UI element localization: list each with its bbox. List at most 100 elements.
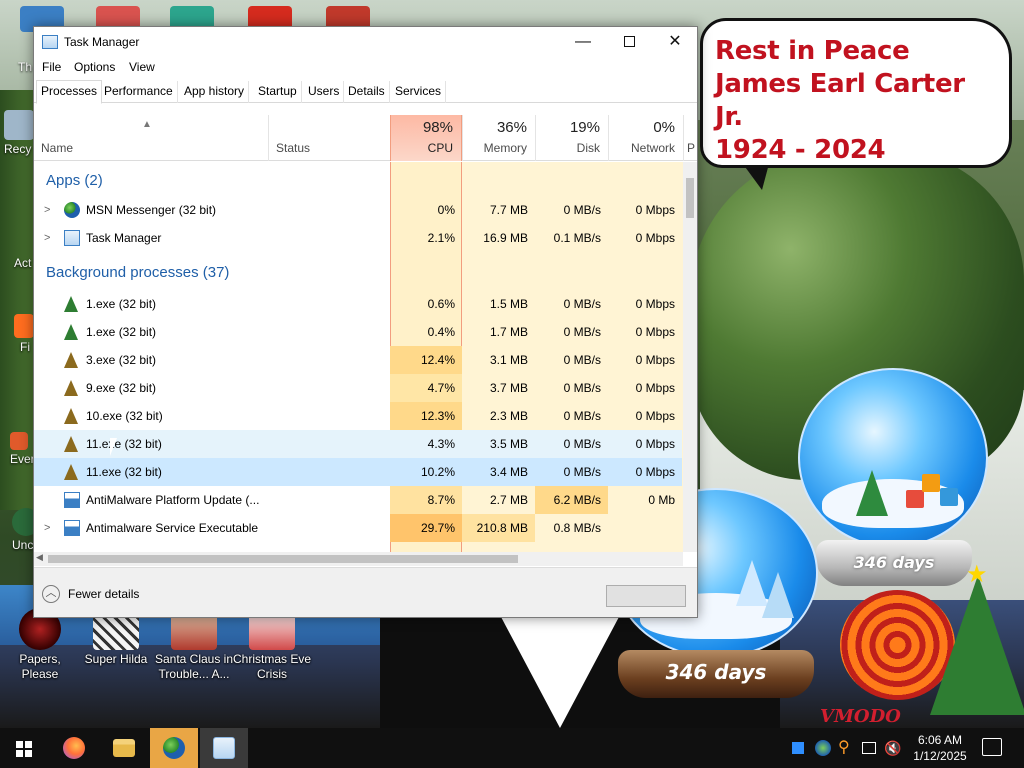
cpu-value: 12.4% bbox=[390, 346, 462, 374]
tray-msn-icon[interactable] bbox=[815, 740, 831, 756]
expand-chevron-icon[interactable]: > bbox=[44, 522, 50, 534]
column-disk[interactable]: 19% Disk bbox=[535, 115, 608, 161]
group-header-background[interactable]: Background processes (37) bbox=[34, 260, 682, 288]
desktop-icon-christmas-eve-crisis[interactable]: Christmas Eve Crisis bbox=[232, 608, 312, 682]
fewer-details-chevron-icon[interactable]: ︿ bbox=[42, 585, 60, 603]
network-icon[interactable] bbox=[862, 742, 876, 754]
desktop-icon-papers-please[interactable]: Papers, Please bbox=[0, 608, 80, 682]
network-value: 0 Mbps bbox=[635, 353, 675, 367]
minimize-button[interactable]: — bbox=[560, 27, 606, 57]
close-button[interactable]: ✕ bbox=[652, 27, 698, 57]
column-network[interactable]: 0% Network bbox=[608, 115, 683, 161]
column-status[interactable]: Status bbox=[268, 115, 390, 161]
start-button[interactable] bbox=[0, 728, 48, 768]
table-row[interactable]: 10.exe (32 bit) 12.3% 2.3 MB 0 MB/s 0 Mb… bbox=[34, 402, 682, 430]
horizontal-scrollbar[interactable]: ◀ bbox=[34, 552, 683, 566]
service-icon bbox=[64, 492, 80, 508]
column-cpu-label: CPU bbox=[427, 141, 453, 155]
table-row[interactable]: 11.exe (32 bit) 4.3% 3.5 MB 0 MB/s 0 Mbp… bbox=[34, 430, 682, 458]
end-task-button[interactable] bbox=[606, 585, 686, 607]
process-name: 9.exe (32 bit) bbox=[86, 381, 157, 395]
desktop-icon-everything[interactable]: Ever bbox=[10, 432, 35, 466]
disk-value: 0 MB/s bbox=[563, 325, 601, 339]
table-row[interactable]: 1.exe (32 bit) 0.6% 1.5 MB 0 MB/s 0 Mbps bbox=[34, 290, 682, 318]
horizontal-scroll-thumb[interactable] bbox=[48, 555, 518, 563]
column-memory-label: Memory bbox=[483, 141, 527, 155]
table-row[interactable]: 11.exe (32 bit) 10.2% 3.4 MB 0 MB/s 0 Mb… bbox=[34, 458, 682, 486]
table-row[interactable]: 1.exe (32 bit) 0.4% 1.7 MB 0 MB/s 0 Mbps bbox=[34, 318, 682, 346]
cpu-value: 10.2% bbox=[420, 465, 455, 479]
vertical-scrollbar[interactable] bbox=[683, 162, 697, 552]
disk-value: 0 MB/s bbox=[563, 203, 601, 217]
memory-value: 7.7 MB bbox=[489, 203, 528, 217]
memory-value: 2.7 MB bbox=[489, 493, 528, 507]
desktop-icon-recycle-bin[interactable]: Recy bbox=[4, 110, 34, 156]
menu-file[interactable]: File bbox=[42, 60, 61, 74]
process-name: Task Manager bbox=[86, 231, 162, 245]
tab-details[interactable]: Details bbox=[344, 81, 390, 103]
disk-value: 0.1 MB/s bbox=[553, 231, 601, 245]
christmas-tree-icon bbox=[930, 575, 1024, 715]
taskbar-file-explorer[interactable] bbox=[100, 728, 148, 768]
tab-users[interactable]: Users bbox=[304, 81, 345, 103]
column-cpu[interactable]: 98% CPU bbox=[390, 115, 462, 161]
memory-value: 3.1 MB bbox=[489, 353, 528, 367]
system-clock[interactable]: 6:06 AM 1/12/2025 bbox=[904, 732, 976, 764]
process-name: 3.exe (32 bit) bbox=[86, 353, 157, 367]
table-row[interactable]: AntiMalware Platform Update (... 8.7% 2.… bbox=[34, 486, 682, 514]
volume-muted-icon[interactable]: 🔇 bbox=[884, 740, 901, 756]
table-row[interactable]: 9.exe (32 bit) 4.7% 3.7 MB 0 MB/s 0 Mbps bbox=[34, 374, 682, 402]
taskbar-task-manager[interactable] bbox=[200, 728, 248, 768]
desktop-icon-activation[interactable]: Act bbox=[14, 256, 31, 270]
table-row[interactable]: > Antimalware Service Executable 29.7% 2… bbox=[34, 514, 682, 542]
column-name-label: Name bbox=[41, 141, 74, 155]
action-center-icon[interactable] bbox=[982, 738, 1002, 756]
tab-startup[interactable]: Startup bbox=[254, 81, 302, 103]
menu-view[interactable]: View bbox=[129, 60, 155, 74]
taskbar-firefox[interactable] bbox=[50, 728, 98, 768]
task-manager-window[interactable]: Task Manager — ✕ File Options View Proce… bbox=[33, 26, 698, 618]
tray-blue-square-icon[interactable] bbox=[792, 742, 804, 754]
network-value: 0 Mbps bbox=[635, 437, 675, 451]
process-name: 1.exe (32 bit) bbox=[86, 297, 157, 311]
desktop-icon-santa-claus[interactable]: Santa Claus in Trouble... A... bbox=[154, 608, 234, 682]
title-bar[interactable]: Task Manager — ✕ bbox=[34, 27, 697, 57]
group-title-background: Background processes (37) bbox=[46, 264, 230, 281]
globe-days-label: 346 days bbox=[853, 553, 935, 572]
desktop-icon-firefox[interactable]: Fi bbox=[14, 314, 34, 354]
msn-messenger-icon bbox=[64, 202, 80, 218]
tab-services[interactable]: Services bbox=[391, 81, 447, 103]
table-row[interactable]: > MSN Messenger (32 bit) 0% 7.7 MB 0 MB/… bbox=[34, 196, 682, 224]
scroll-left-arrow-icon[interactable]: ◀ bbox=[36, 552, 43, 563]
tray-search-icon[interactable]: ⚲ bbox=[838, 740, 854, 756]
window-title: Task Manager bbox=[64, 35, 140, 49]
group-header-apps[interactable]: Apps (2) bbox=[34, 168, 682, 196]
disk-value: 0 MB/s bbox=[563, 437, 601, 451]
clock-date: 1/12/2025 bbox=[913, 749, 967, 763]
bubble-line-2: James Earl Carter Jr. bbox=[715, 69, 965, 132]
fewer-details-link[interactable]: Fewer details bbox=[68, 587, 139, 601]
menu-options[interactable]: Options bbox=[74, 60, 115, 74]
process-name: Antimalware Service Executable bbox=[86, 521, 259, 535]
tab-performance[interactable]: Performance bbox=[100, 81, 178, 103]
tab-app-history[interactable]: App history bbox=[180, 81, 250, 103]
table-row[interactable]: 3.exe (32 bit) 12.4% 3.1 MB 0 MB/s 0 Mbp… bbox=[34, 346, 682, 374]
maximize-button[interactable] bbox=[606, 27, 652, 57]
network-value: 0 Mbps bbox=[635, 381, 675, 395]
expand-chevron-icon[interactable]: > bbox=[44, 232, 50, 244]
windows-logo-icon bbox=[16, 741, 32, 757]
taskbar-msn-messenger[interactable] bbox=[150, 728, 198, 768]
firefox-icon bbox=[63, 737, 85, 759]
column-name[interactable]: ▲ Name bbox=[34, 115, 268, 161]
mouse-cursor-icon bbox=[110, 438, 117, 456]
table-row[interactable]: > Task Manager 2.1% 16.9 MB 0.1 MB/s 0 M… bbox=[34, 224, 682, 252]
speech-bubble: Rest in Peace James Earl Carter Jr. 1924… bbox=[700, 18, 1012, 168]
desktop-icon-label: Super Hilda bbox=[84, 652, 148, 666]
tab-processes[interactable]: Processes bbox=[36, 80, 103, 104]
expand-chevron-icon[interactable]: > bbox=[44, 204, 50, 216]
footer: ︿ Fewer details bbox=[34, 567, 697, 617]
memory-value: 3.5 MB bbox=[489, 437, 528, 451]
column-power[interactable]: P bbox=[683, 115, 697, 161]
vertical-scroll-thumb[interactable] bbox=[686, 178, 694, 218]
column-memory[interactable]: 36% Memory bbox=[462, 115, 535, 161]
